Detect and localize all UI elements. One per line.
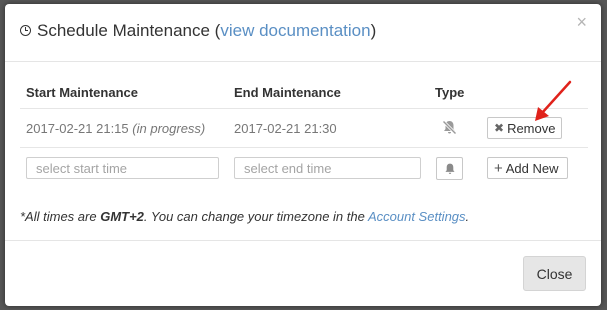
bell-slash-icon (441, 119, 458, 141)
header-type: Type (435, 85, 465, 100)
header-divider (20, 108, 588, 109)
plus-icon: + (494, 159, 503, 177)
bell-icon (444, 163, 455, 174)
row-start-time: 2017-02-21 21:15 (in progress) (26, 121, 206, 136)
red-arrow-annotation (535, 80, 572, 121)
clock-icon (20, 25, 31, 36)
header-end-maintenance: End Maintenance (234, 85, 341, 100)
modal-title: Schedule Maintenance (view documentation… (20, 21, 376, 41)
header-start-maintenance: Start Maintenance (26, 85, 138, 100)
timezone-note: *All times are GMT+2. You can change you… (20, 209, 470, 224)
footer-divider (5, 240, 601, 241)
modal-header: Schedule Maintenance (view documentation… (5, 4, 601, 62)
type-toggle-button[interactable] (436, 157, 463, 180)
schedule-maintenance-modal: Schedule Maintenance (view documentation… (5, 4, 601, 306)
account-settings-link[interactable]: Account Settings (368, 209, 466, 224)
end-time-input[interactable] (234, 157, 421, 179)
row-end-time: 2017-02-21 21:30 (234, 121, 337, 136)
row-divider (20, 147, 588, 148)
status-in-progress: (in progress) (132, 121, 206, 136)
view-documentation-link[interactable]: view documentation (220, 21, 370, 40)
add-new-button[interactable]: + Add New (487, 157, 568, 179)
times-icon: ✖ (494, 121, 505, 135)
start-time-input[interactable] (26, 157, 219, 179)
close-button[interactable]: Close (523, 256, 586, 291)
close-icon[interactable]: × (576, 13, 587, 31)
